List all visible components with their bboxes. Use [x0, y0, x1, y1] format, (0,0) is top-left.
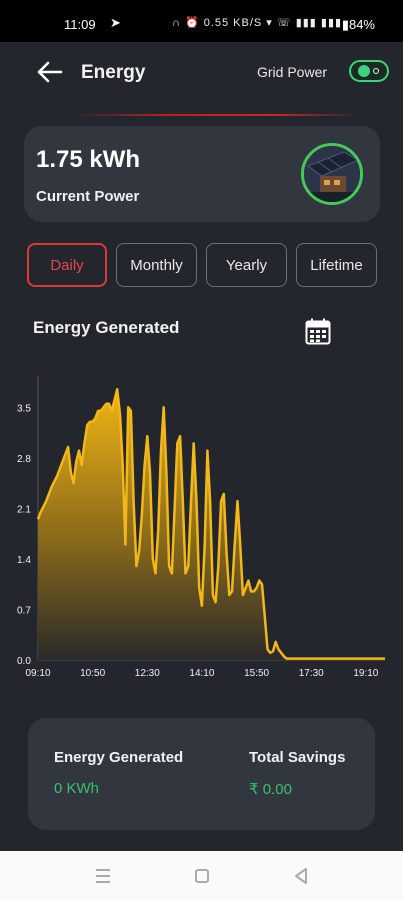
- app-header: Energy Grid Power: [0, 42, 403, 104]
- current-power-label: Current Power: [36, 188, 140, 205]
- solar-site-image[interactable]: [301, 143, 363, 205]
- current-power-card: 1.75 kWh Current Power: [24, 126, 380, 222]
- y-tick-label: 1.4: [17, 555, 31, 566]
- x-tick-label: 17:30: [299, 668, 324, 679]
- toggle-indicator: [373, 68, 379, 74]
- menu-icon[interactable]: [92, 865, 114, 887]
- grid-power-toggle[interactable]: [349, 60, 389, 82]
- x-tick-label: 14:10: [189, 668, 214, 679]
- x-tick-label: 15:50: [244, 668, 269, 679]
- energy-generated-value: 0 KWh: [54, 780, 100, 797]
- total-savings-value: ₹ 0.00: [249, 781, 292, 798]
- total-savings-label: Total Savings: [249, 749, 346, 766]
- energy-chart: 0.0 0.7 1.4 2.1 2.8 3.5 09:10 10:50 12:30 14:10 15…: [17, 376, 385, 679]
- period-tabs: Daily Monthly Yearly Lifetime: [27, 243, 377, 287]
- y-tick-label: 3.5: [17, 403, 31, 414]
- section-title: Energy Generated: [33, 318, 180, 337]
- summary-card: Energy Generated 0 KWh Total Savings ₹ 0…: [28, 718, 375, 830]
- x-tick-label: 12:30: [135, 668, 160, 679]
- y-tick-label: 0.0: [17, 656, 31, 667]
- current-power-value: 1.75 kWh: [36, 146, 141, 173]
- tab-daily[interactable]: Daily: [27, 243, 107, 287]
- y-tick-label: 0.7: [17, 605, 31, 616]
- y-tick-label: 2.8: [17, 454, 31, 465]
- tab-lifetime[interactable]: Lifetime: [296, 243, 377, 287]
- solar-panel-photo-icon: [304, 146, 360, 202]
- home-icon[interactable]: [191, 865, 213, 887]
- back-icon[interactable]: [290, 865, 312, 887]
- status-icons: ∩ ⏰ 0.55 KB/S ▾ ☏ ▮▮▮ ▮▮▮: [172, 17, 343, 29]
- status-bar: 11:09 ➤ ∩ ⏰ 0.55 KB/S ▾ ☏ ▮▮▮ ▮▮▮ ▮84%: [0, 0, 403, 42]
- telegram-icon: ➤: [110, 15, 121, 30]
- x-tick-label: 09:10: [25, 668, 50, 679]
- grid-power-label: Grid Power: [257, 64, 328, 80]
- tab-yearly[interactable]: Yearly: [206, 243, 287, 287]
- header-divider: [72, 114, 362, 116]
- x-tick-label: 19:10: [353, 668, 378, 679]
- back-arrow-icon[interactable]: [36, 58, 64, 86]
- energy-generated-label: Energy Generated: [54, 749, 184, 766]
- page-title: Energy: [81, 62, 146, 83]
- y-tick-label: 2.1: [17, 504, 31, 515]
- toggle-knob: [358, 65, 370, 77]
- system-nav-bar: [0, 851, 403, 900]
- status-time: 11:09: [64, 17, 96, 32]
- x-tick-label: 10:50: [80, 668, 105, 679]
- calendar-icon[interactable]: [305, 318, 331, 345]
- battery-level: 84%: [348, 17, 375, 32]
- battery-indicator: ▮84%: [341, 17, 375, 32]
- tab-monthly[interactable]: Monthly: [116, 243, 197, 287]
